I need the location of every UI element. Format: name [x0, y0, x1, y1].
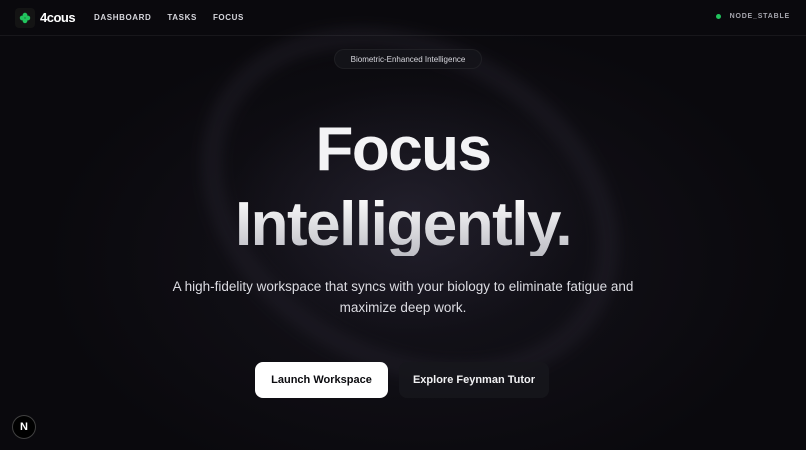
top-navigation-bar: 4cous DASHBOARD TASKS FOCUS NODE_STABLE: [0, 0, 806, 36]
nextjs-icon[interactable]: N: [12, 415, 36, 439]
hero-title-line-1: Focus: [315, 115, 492, 184]
node-status: NODE_STABLE: [715, 13, 790, 20]
hero-subtitle: A high-fidelity workspace that syncs wit…: [172, 279, 634, 315]
nav-item-tasks[interactable]: TASKS: [167, 13, 197, 22]
nav-item-focus[interactable]: FOCUS: [213, 13, 244, 22]
launch-workspace-button[interactable]: Launch Workspace: [255, 362, 388, 398]
status-dot-icon: [715, 14, 721, 19]
explore-feynman-tutor-button[interactable]: Explore Feynman Tutor: [399, 362, 549, 398]
brand-name[interactable]: 4cous: [40, 10, 76, 25]
status-label: NODE_STABLE: [729, 13, 790, 20]
clover-icon[interactable]: [15, 8, 35, 28]
nav-item-dashboard[interactable]: DASHBOARD: [94, 13, 151, 22]
hero-title-line-2: Intelligently.: [0, 194, 806, 256]
main-nav: DASHBOARD TASKS FOCUS: [94, 13, 244, 22]
hero-badge: Biometric-Enhanced Intelligence: [334, 49, 482, 69]
